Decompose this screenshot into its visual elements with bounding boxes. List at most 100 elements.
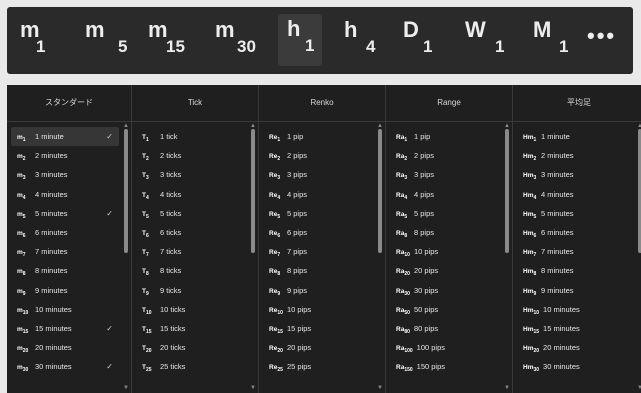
menu-item[interactable]: Ra30 30 pips [390,281,500,300]
scrollbar-thumb[interactable] [378,129,382,253]
menu-item[interactable]: Re15 15 pips [263,319,373,338]
menu-item[interactable]: Hm4 4 minutes [517,185,633,204]
menu-item[interactable]: m7 7 minutes [11,242,119,261]
menu-item[interactable]: Ra8 8 pips [390,223,500,242]
interval-type-icon: Re8 [269,262,283,280]
menu-item[interactable]: Re20 20 pips [263,338,373,357]
menu-item[interactable]: m30 30 minutes ✓ [11,357,119,376]
scroll-down-icon[interactable]: ▼ [377,385,383,391]
menu-item[interactable]: T20 20 ticks [136,338,246,357]
scroll-down-icon[interactable]: ▼ [250,385,256,391]
menu-item[interactable]: m6 6 minutes [11,223,119,242]
interval-type-icon: Re25 [269,358,283,376]
menu-item[interactable]: T9 9 ticks [136,281,246,300]
interval-type-icon: Ra150 [396,358,413,376]
interval-type-icon: Hm4 [523,186,537,204]
menu-item[interactable]: Re6 6 pips [263,223,373,242]
menu-item-label: 3 pips [414,170,435,180]
menu-item-label: 8 minutes [35,266,68,276]
menu-item[interactable]: Hm7 7 minutes [517,242,633,261]
interval-type-icon: T1 [142,128,156,146]
menu-item[interactable]: m1 1 minute ✓ [11,127,119,147]
menu-item[interactable]: Hm1 1 minute [517,127,633,146]
menu-item-label: 3 pips [287,170,308,180]
tf-unit: h [287,16,301,41]
scrollbar-thumb[interactable] [505,129,509,253]
menu-item[interactable]: m20 20 minutes [11,338,119,357]
interval-type-icon: Ra30 [396,282,410,300]
scrollbar-thumb[interactable] [124,129,128,253]
menu-item[interactable]: m5 5 minutes ✓ [11,204,119,223]
menu-item[interactable]: Ra50 50 pips [390,300,500,319]
menu-item[interactable]: T7 7 ticks [136,242,246,261]
menu-item[interactable]: Re2 2 pips [263,146,373,165]
menu-item[interactable]: m4 4 minutes [11,185,119,204]
menu-item[interactable]: Hm15 15 minutes [517,319,633,338]
menu-item[interactable]: Ra100 100 pips [390,338,500,357]
menu-item[interactable]: Re1 1 pip [263,127,373,146]
interval-type-subscript: 2 [533,156,537,163]
menu-item[interactable]: Hm10 10 minutes [517,300,633,319]
interval-type-subscript: 100 [404,348,413,355]
menu-item[interactable]: Re5 5 pips [263,204,373,223]
menu-item[interactable]: T2 2 ticks [136,146,246,165]
tf-h1-button[interactable]: h 1 [278,14,322,66]
menu-item[interactable]: Ra150 150 pips [390,357,500,376]
menu-item[interactable]: m9 9 minutes [11,281,119,300]
interval-type-subscript: 20 [22,348,29,355]
menu-item[interactable]: Re4 4 pips [263,185,373,204]
menu-item[interactable]: Re3 3 pips [263,165,373,184]
menu-item[interactable]: Re9 9 pips [263,281,373,300]
menu-item[interactable]: Hm20 20 minutes [517,338,633,357]
menu-item[interactable]: T15 15 ticks [136,319,246,338]
interval-type-subscript: 2 [145,156,149,163]
menu-item[interactable]: m3 3 minutes [11,165,119,184]
menu-item[interactable]: Hm2 2 minutes [517,146,633,165]
menu-item[interactable]: T10 10 ticks [136,300,246,319]
tf-unit: D [403,17,419,42]
interval-type-subscript: 8 [277,271,281,278]
interval-type-subscript: 5 [22,213,26,220]
menu-item[interactable]: Re25 25 pips [263,357,373,376]
menu-column: スタンダード ▲ ▼ m1 1 minute ✓ m2 2 minutes m3 3 minute… [7,85,132,393]
menu-item[interactable]: Ra20 20 pips [390,261,500,280]
menu-item[interactable]: m8 8 minutes [11,261,119,280]
scroll-down-icon[interactable]: ▼ [504,385,510,391]
scroll-down-icon[interactable]: ▼ [123,385,129,391]
scroll-down-icon[interactable]: ▼ [637,385,641,391]
menu-item[interactable]: Ra80 80 pips [390,319,500,338]
menu-item[interactable]: Hm8 8 minutes [517,261,633,280]
menu-item-label: 1 minute [541,132,570,141]
interval-type-subscript: 6 [145,232,149,239]
menu-item[interactable]: Hm30 30 minutes [517,357,633,376]
menu-item[interactable]: T25 25 ticks [136,357,246,376]
menu-item[interactable]: T6 6 ticks [136,223,246,242]
menu-item[interactable]: m10 10 minutes [11,300,119,319]
interval-type-icon: Hm7 [523,243,537,261]
menu-item[interactable]: T5 5 ticks [136,204,246,223]
menu-item[interactable]: Hm5 5 minutes [517,204,633,223]
menu-item[interactable]: Ra1 1 pip [390,127,500,146]
interval-type-letter: Hm [523,325,534,333]
menu-item[interactable]: Ra4 4 pips [390,185,500,204]
menu-item[interactable]: T8 8 ticks [136,261,246,280]
menu-item[interactable]: Hm6 6 minutes [517,223,633,242]
scrollbar-thumb[interactable] [251,129,255,253]
menu-item[interactable]: T1 1 tick [136,127,246,146]
menu-item[interactable]: Ra2 2 pips [390,146,500,165]
menu-item[interactable]: Hm3 3 minutes [517,165,633,184]
menu-item[interactable]: Re7 7 pips [263,242,373,261]
interval-type-icon: Hm2 [523,147,537,165]
menu-item-label: 8 minutes [541,266,574,276]
menu-item[interactable]: Re10 10 pips [263,300,373,319]
menu-item[interactable]: T4 4 ticks [136,185,246,204]
menu-item[interactable]: Ra10 10 pips [390,242,500,261]
menu-item[interactable]: m15 15 minutes ✓ [11,319,119,338]
menu-item[interactable]: m2 2 minutes [11,146,119,165]
menu-item[interactable]: Ra5 5 pips [390,204,500,223]
menu-item[interactable]: Re8 8 pips [263,261,373,280]
interval-type-subscript: 3 [22,175,26,182]
menu-item[interactable]: T3 3 ticks [136,165,246,184]
menu-item[interactable]: Ra3 3 pips [390,165,500,184]
menu-item[interactable]: Hm9 9 minutes [517,281,633,300]
